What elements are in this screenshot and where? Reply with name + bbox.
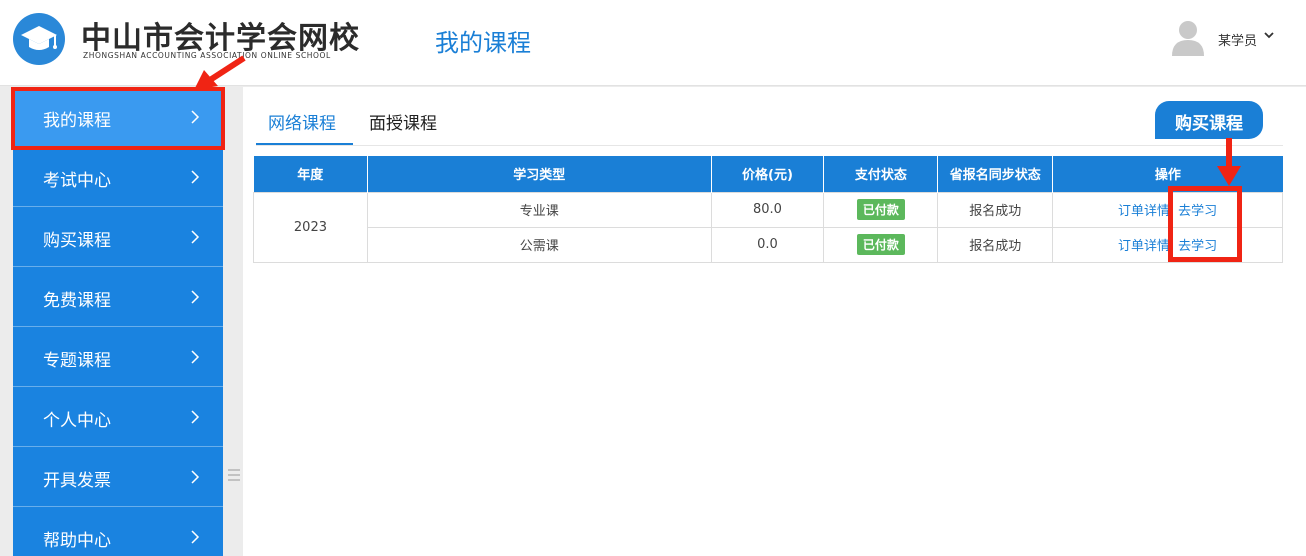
type-cell: 公需课 xyxy=(366,226,712,263)
column-header-price: 价格(元) xyxy=(711,156,825,192)
price-cell: 0.0 xyxy=(710,226,825,263)
header: 中山市会计学会网校 ZHONGSHAN ACCOUNTING ASSOCIATI… xyxy=(0,0,1306,86)
chevron-right-icon xyxy=(189,229,201,244)
table-row: 公需课 0.0 已付款 报名成功 订单详情 去学习 xyxy=(254,226,1283,263)
status-badge: 已付款 xyxy=(856,234,905,255)
actions-cell: 订单详情 去学习 xyxy=(1052,226,1283,263)
type-cell: 专业课 xyxy=(366,191,712,228)
sidebar-item-personal-center[interactable]: 个人中心 xyxy=(13,387,223,447)
year-cell: 2023 xyxy=(253,191,368,263)
sidebar-item-exam-center[interactable]: 考试中心 xyxy=(13,147,223,207)
chevron-right-icon xyxy=(189,109,201,124)
tab-face-to-face-courses[interactable]: 面授课程 xyxy=(369,109,437,134)
order-detail-link[interactable]: 订单详情 xyxy=(1118,200,1174,219)
order-detail-link[interactable]: 订单详情 xyxy=(1118,235,1174,254)
pay-status-cell: 已付款 xyxy=(823,191,939,228)
logo-subtitle: ZHONGSHAN ACCOUNTING ASSOCIATION ONLINE … xyxy=(83,51,331,60)
column-header-sync-status: 省报名同步状态 xyxy=(937,156,1054,192)
column-header-type: 学习类型 xyxy=(367,156,712,192)
sidebar-item-help-center[interactable]: 帮助中心 xyxy=(13,507,223,556)
sync-status-cell: 报名成功 xyxy=(937,191,1054,228)
sidebar-item-free-courses[interactable]: 免费课程 xyxy=(13,267,223,327)
actions-cell: 订单详情 去学习 xyxy=(1052,191,1283,228)
sidebar: 我的课程 考试中心 购买课程 免费课程 专题课程 个人中心 开具发票 帮助中心 xyxy=(13,87,223,556)
collapse-handle-icon[interactable] xyxy=(228,466,240,484)
graduation-cap-icon xyxy=(13,13,65,65)
sidebar-item-label: 个人中心 xyxy=(43,411,111,431)
sidebar-item-label: 帮助中心 xyxy=(43,531,111,551)
avatar-icon[interactable] xyxy=(1170,18,1206,56)
chevron-right-icon xyxy=(189,529,201,544)
table-header-row: 年度 学习类型 价格(元) 支付状态 省报名同步状态 操作 xyxy=(253,156,1283,192)
courses-table: 年度 学习类型 价格(元) 支付状态 省报名同步状态 操作 2023 专业课 8… xyxy=(253,156,1283,263)
status-badge: 已付款 xyxy=(856,199,905,220)
pay-status-cell: 已付款 xyxy=(823,226,939,263)
chevron-right-icon xyxy=(189,169,201,184)
buy-courses-button[interactable]: 购买课程 xyxy=(1155,101,1263,139)
sidebar-item-topic-courses[interactable]: 专题课程 xyxy=(13,327,223,387)
table-row: 2023 专业课 80.0 已付款 报名成功 订单详情 去学习 xyxy=(253,191,1283,263)
sidebar-item-label: 我的课程 xyxy=(43,111,111,131)
sidebar-item-buy-courses[interactable]: 购买课程 xyxy=(13,207,223,267)
tab-online-courses[interactable]: 网络课程 xyxy=(268,109,336,134)
sidebar-item-label: 专题课程 xyxy=(43,351,111,371)
chevron-right-icon xyxy=(189,469,201,484)
go-study-link[interactable]: 去学习 xyxy=(1178,204,1217,219)
main-content: 网络课程 面授课程 购买课程 年度 学习类型 价格(元) 支付状态 省报名同步状… xyxy=(243,87,1306,556)
page-title: 我的课程 xyxy=(435,29,531,57)
sidebar-item-my-courses[interactable]: 我的课程 xyxy=(13,87,223,147)
go-study-link[interactable]: 去学习 xyxy=(1178,239,1217,254)
column-header-pay-status: 支付状态 xyxy=(823,156,939,192)
chevron-right-icon xyxy=(189,289,201,304)
sidebar-item-label: 考试中心 xyxy=(43,171,111,191)
column-header-actions: 操作 xyxy=(1052,156,1283,192)
chevron-right-icon xyxy=(189,409,201,424)
chevron-right-icon xyxy=(189,349,201,364)
tab-divider xyxy=(256,145,1283,146)
sidebar-item-label: 免费课程 xyxy=(43,291,111,311)
sync-status-cell: 报名成功 xyxy=(937,226,1054,263)
sidebar-item-invoice[interactable]: 开具发票 xyxy=(13,447,223,507)
sidebar-item-label: 开具发票 xyxy=(43,471,111,491)
sidebar-item-label: 购买课程 xyxy=(43,231,111,251)
price-cell: 80.0 xyxy=(710,191,825,228)
user-name[interactable]: 某学员 xyxy=(1218,30,1257,49)
chevron-down-icon[interactable] xyxy=(1264,30,1274,43)
column-header-year: 年度 xyxy=(253,156,368,192)
